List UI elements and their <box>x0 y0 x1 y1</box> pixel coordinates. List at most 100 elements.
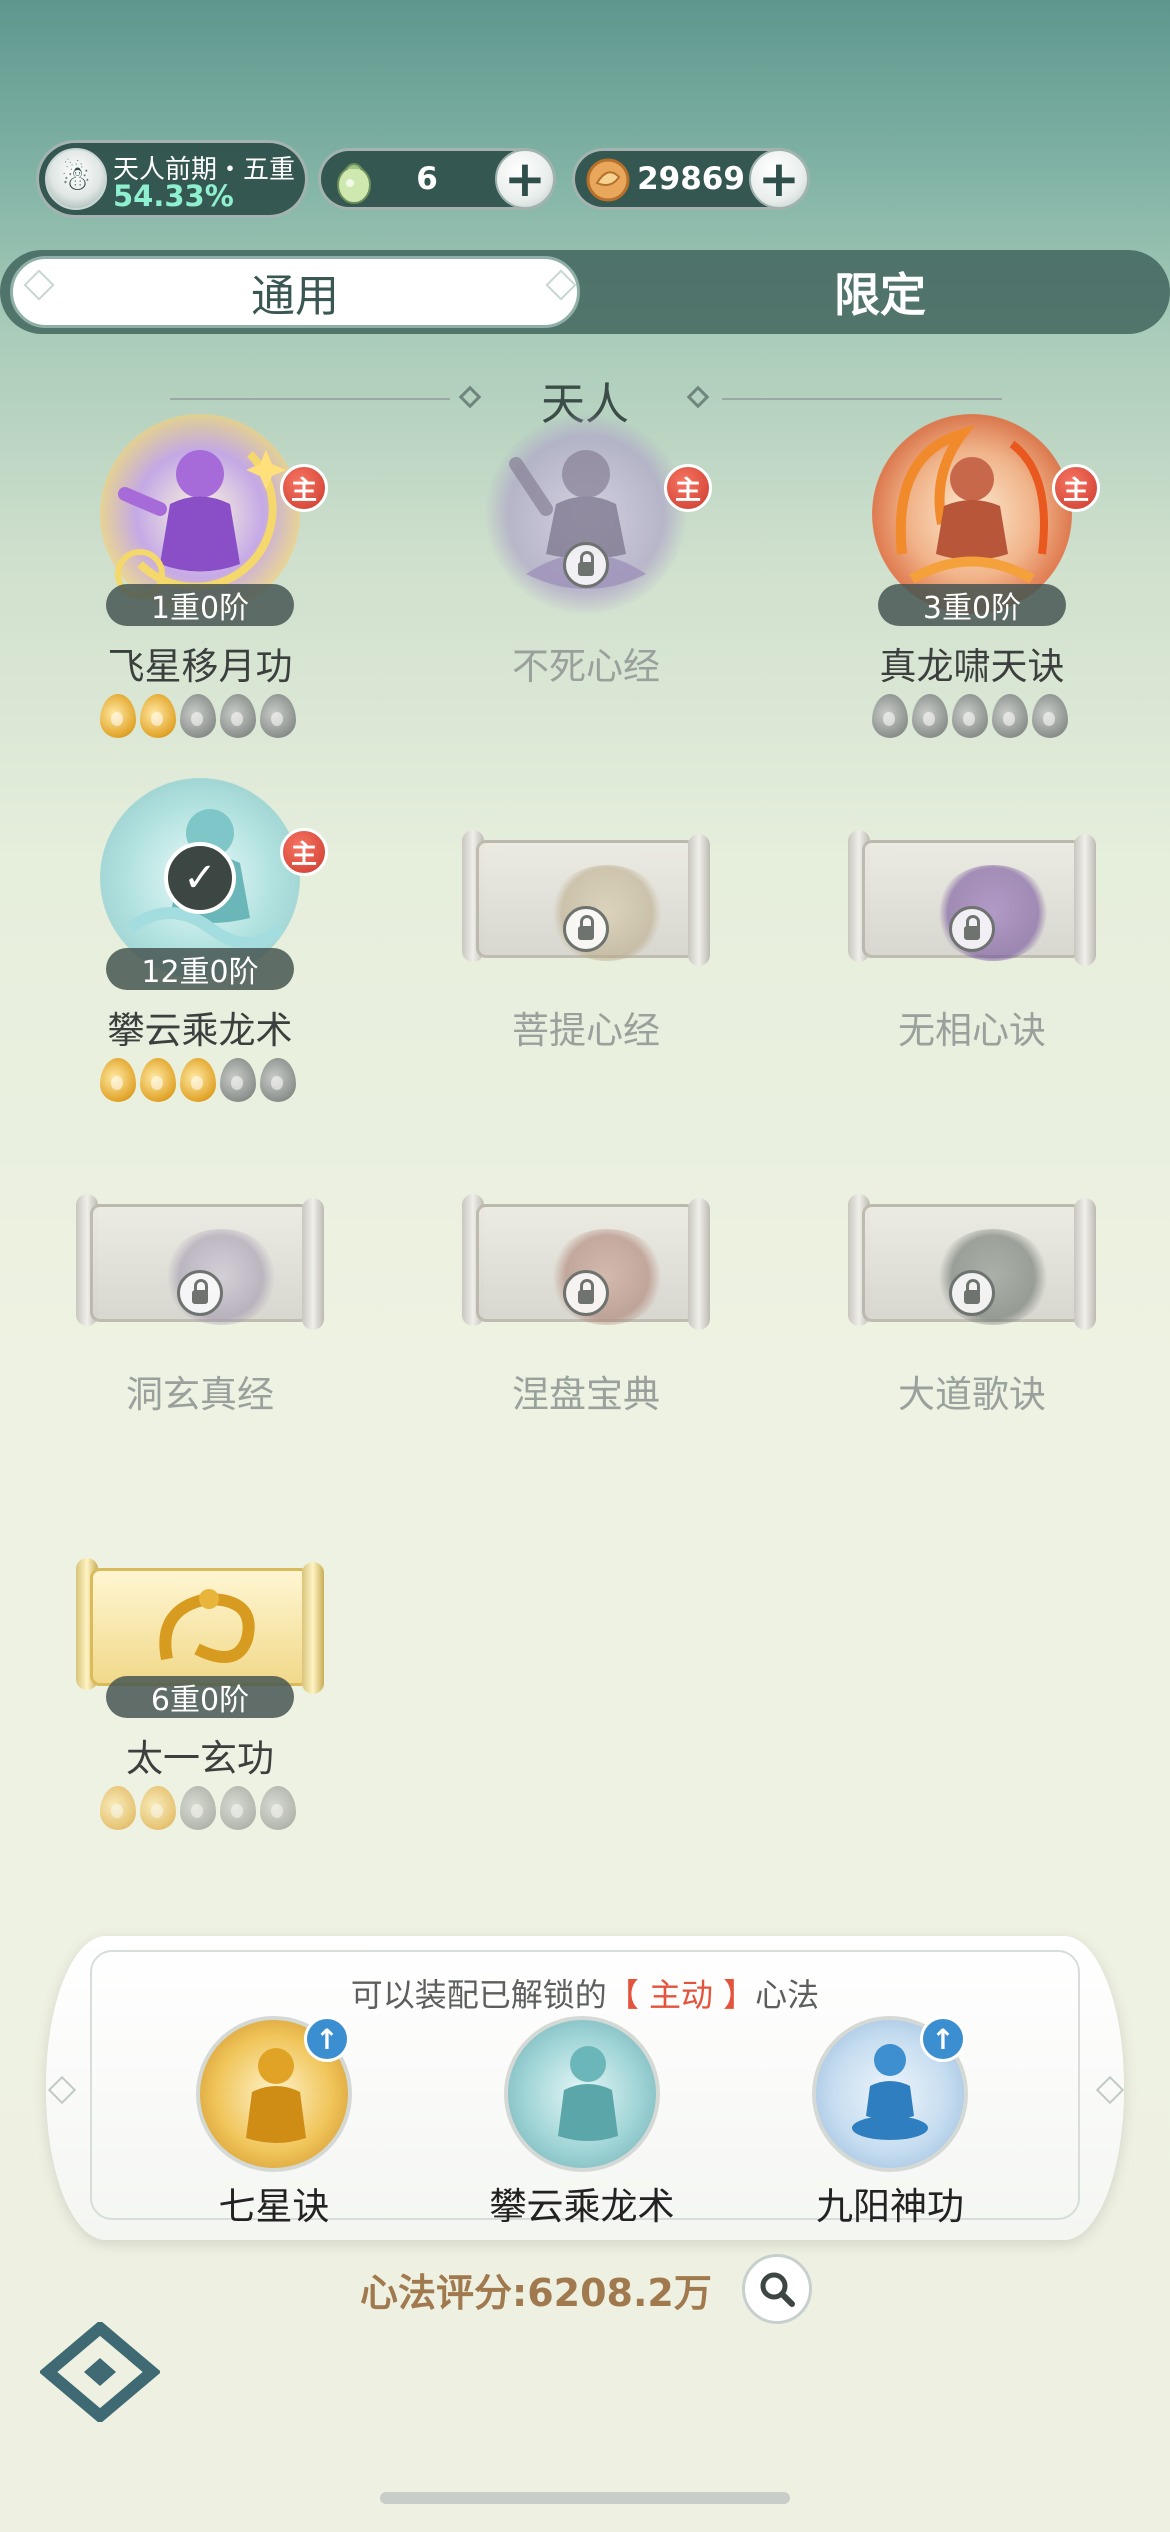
skill-card-taiyi[interactable]: 6重0阶 太一玄功 <box>50 1506 350 1866</box>
star-drop-filled-icon <box>100 1786 136 1830</box>
skill-level-pill: 3重0阶 <box>878 584 1066 626</box>
skill-card-dongxuan[interactable]: 洞玄真经 <box>50 1142 350 1502</box>
equip-slot-name: 攀云乘龙术 <box>489 2185 675 2228</box>
score-detail-button[interactable] <box>742 2254 812 2324</box>
skill-level-pill: 6重0阶 <box>106 1676 294 1718</box>
star-drop-filled-icon <box>140 1786 176 1830</box>
lock-icon <box>177 1270 223 1316</box>
coin-count: 29869 <box>637 161 745 197</box>
star-rating <box>100 1786 320 1836</box>
equip-hint-key: 【 主动 】 <box>606 1976 756 2014</box>
star-drop-empty-icon <box>260 1786 296 1830</box>
resource-coin-pill: 29869 + <box>572 148 810 210</box>
star-drop-empty-icon <box>260 1058 296 1102</box>
lock-icon <box>563 1270 609 1316</box>
star-rating <box>872 694 1092 744</box>
diamond-ornament-icon <box>686 385 710 409</box>
technique-score: 心法评分:6208.2万 <box>360 2271 712 2315</box>
copper-coin-icon <box>579 151 637 209</box>
star-drop-empty-icon <box>992 694 1028 738</box>
skill-card-wuxiang[interactable]: 无相心诀 <box>822 778 1122 1138</box>
skill-card-zhenlong[interactable]: 主 3重0阶 真龙啸天诀 <box>822 414 1122 774</box>
skill-level-pill: 1重0阶 <box>106 584 294 626</box>
search-icon <box>760 2272 795 2307</box>
logo-icon <box>38 2320 162 2424</box>
main-skill-badge: 主 <box>280 828 328 876</box>
star-drop-empty-icon <box>220 1786 256 1830</box>
star-rating <box>100 1058 320 1108</box>
star-drop-empty-icon <box>872 694 908 738</box>
upgrade-arrow-icon: ↑ <box>920 2016 966 2062</box>
skill-name: 攀云乘龙术 <box>107 1009 293 1052</box>
skill-card-feixing[interactable]: 主 1重0阶 飞星移月功 <box>50 414 350 774</box>
skill-card-niepan[interactable]: 涅盘宝典 <box>436 1142 736 1502</box>
star-drop-filled-icon <box>100 694 136 738</box>
star-drop-filled-icon <box>100 1058 136 1102</box>
equip-slot-qixing[interactable]: ↑ 七星诀 <box>160 2016 360 2228</box>
skill-name: 菩提心经 <box>512 1009 660 1052</box>
skill-scroll <box>458 1192 714 1342</box>
equip-hint-prefix: 可以装配已解锁的 <box>350 1976 607 2014</box>
herb-count: 6 <box>416 161 438 197</box>
star-drop-filled-icon <box>140 1058 176 1102</box>
skill-card-puti[interactable]: 菩提心经 <box>436 778 736 1138</box>
equip-slot-emblem <box>504 2016 660 2172</box>
resource-herb-pill: 6 + <box>318 148 556 210</box>
menu-logo-button[interactable] <box>38 2320 162 2424</box>
skill-name: 大道歌诀 <box>898 1373 1046 1416</box>
main-skill-badge: 主 <box>280 464 328 512</box>
add-coin-button[interactable]: + <box>749 149 809 209</box>
equip-slot-panyun[interactable]: 攀云乘龙术 <box>468 2016 675 2228</box>
section-divider <box>722 398 1002 400</box>
upgrade-arrow-icon: ↑ <box>304 2016 350 2062</box>
skill-card-dadao[interactable]: 大道歌诀 <box>822 1142 1122 1502</box>
section-divider <box>170 398 450 400</box>
skill-name: 不死心经 <box>512 645 660 688</box>
avatar-icon: ☃ <box>45 148 107 210</box>
equipped-check-icon: ✓ <box>164 842 236 914</box>
equip-hint-suffix: 心法 <box>755 1976 820 2014</box>
equip-slot-jiuyang[interactable]: ↑ 九阳神功 <box>776 2016 976 2228</box>
realm-rank-pill[interactable]: ☃ 天人前期・五重 54.33% <box>36 140 308 218</box>
star-drop-empty-icon <box>220 694 256 738</box>
diamond-ornament-icon <box>458 385 482 409</box>
realm-progress-percent: 54.33% <box>113 179 234 213</box>
star-drop-empty-icon <box>220 1058 256 1102</box>
star-drop-empty-icon <box>1032 694 1068 738</box>
main-skill-badge: 主 <box>664 464 712 512</box>
skill-scroll <box>844 1192 1100 1342</box>
star-rating <box>100 694 320 744</box>
tab-limited[interactable]: 限定 <box>600 256 1160 328</box>
lock-icon <box>563 906 609 952</box>
skill-name: 真龙啸天诀 <box>879 645 1065 688</box>
skill-scroll <box>844 828 1100 978</box>
equip-hint: 可以装配已解锁的【 主动 】心法 <box>0 1970 1170 2016</box>
star-drop-filled-icon <box>180 1058 216 1102</box>
herb-pouch-icon <box>325 151 383 209</box>
add-herb-button[interactable]: + <box>495 149 555 209</box>
equip-slot-name: 七星诀 <box>218 2185 330 2228</box>
star-drop-empty-icon <box>912 694 948 738</box>
star-drop-empty-icon <box>952 694 988 738</box>
skill-scroll <box>458 828 714 978</box>
lock-icon <box>949 906 995 952</box>
home-indicator[interactable] <box>380 2492 790 2504</box>
equip-slot-name: 九阳神功 <box>816 2185 964 2228</box>
star-drop-empty-icon <box>180 1786 216 1830</box>
star-drop-empty-icon <box>180 694 216 738</box>
skill-name: 飞星移月功 <box>107 645 293 688</box>
main-skill-badge: 主 <box>1052 464 1100 512</box>
star-drop-empty-icon <box>260 694 296 738</box>
skill-card-busi[interactable]: 主 不死心经 <box>436 414 736 774</box>
star-drop-filled-icon <box>140 694 176 738</box>
skill-card-panyun[interactable]: ✓ 主 12重0阶 攀云乘龙术 <box>50 778 350 1138</box>
skill-name: 太一玄功 <box>126 1737 274 1780</box>
skill-name: 涅盘宝典 <box>512 1373 660 1416</box>
tab-bar: 通用 限定 <box>0 250 1170 334</box>
skill-scroll <box>72 1192 328 1342</box>
skill-level-pill: 12重0阶 <box>106 948 294 990</box>
skill-name: 无相心诀 <box>898 1009 1046 1052</box>
tab-general[interactable]: 通用 <box>10 256 580 328</box>
lock-icon <box>949 1270 995 1316</box>
lock-icon <box>563 542 609 588</box>
